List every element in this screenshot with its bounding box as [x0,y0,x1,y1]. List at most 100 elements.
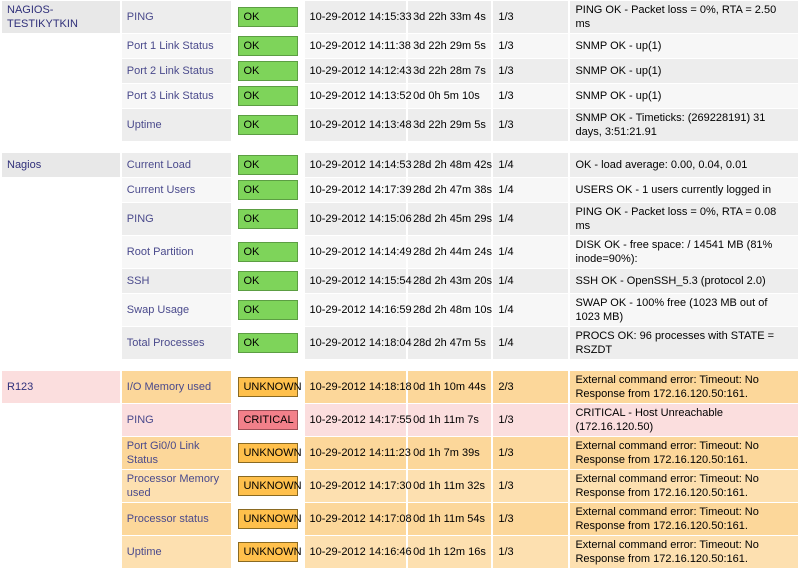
attempt-cell: 1/3 [493,536,569,568]
status-cell: OK [233,109,302,141]
last-check-cell: 10-29-2012 14:17:30 [304,470,412,502]
service-status-body: NAGIOS-TESTIKYTKIN PING OK 10-29-2012 14:15… [2,1,798,568]
service-link[interactable]: Port 2 Link Status [127,65,214,77]
status-information-cell: SNMP OK - up(1) [570,34,798,58]
host-cell-empty [2,437,120,469]
status-information-cell: SSH OK - OpenSSH_5.3 (protocol 2.0) [570,269,798,293]
table-row: Port 3 Link Status OK 10-29-2012 14:13:52 0… [2,84,798,108]
table-row: PING OK 10-29-2012 14:15:06 28d 2h 45m 29s 1… [2,203,798,235]
service-link[interactable]: Processor Memory used [127,473,219,499]
status-badge: UNKNOWN [238,542,302,562]
service-cell: Port 1 Link Status [121,34,232,58]
service-link[interactable]: Uptime [127,119,162,131]
host-cell: Nagios [2,153,120,177]
last-check-cell: 10-29-2012 14:17:55 [304,404,412,436]
service-link[interactable]: PING [127,213,154,225]
attempt-cell: 1/3 [493,404,569,436]
duration-cell: 0d 1h 10m 44s [408,371,492,403]
service-link[interactable]: Port Gi0/0 Link Status [127,440,200,466]
status-information-cell: CRITICAL - Host Unreachable (172.16.120.… [570,404,798,436]
host-cell-empty [2,503,120,535]
service-link[interactable]: Swap Usage [127,304,189,316]
status-badge: UNKNOWN [238,377,302,397]
host-cell-empty [2,109,120,141]
table-row: Port Gi0/0 Link Status UNKNOWN 10-29-2012 … [2,437,798,469]
status-badge: CRITICAL [238,410,298,430]
service-cell: Swap Usage [121,294,232,326]
last-check-cell: 10-29-2012 14:15:33 [304,1,412,33]
duration-cell: 3d 22h 28m 7s [408,59,492,83]
status-cell: UNKNOWN [233,536,302,568]
host-cell-empty [2,269,120,293]
host-group-spacer [2,360,798,370]
service-cell: Current Users [121,178,232,202]
host-cell-empty [2,203,120,235]
host-cell-empty [2,178,120,202]
status-information-cell: External command error: Timeout: No Resp… [570,503,798,535]
attempt-cell: 1/4 [493,269,569,293]
attempt-cell: 1/3 [493,84,569,108]
host-group-spacer [2,142,798,152]
status-cell: OK [233,34,302,58]
service-cell: PING [121,1,232,33]
table-row: SSH OK 10-29-2012 14:15:54 28d 2h 43m 20s 1/… [2,269,798,293]
host-link[interactable]: R123 [7,381,33,393]
service-link[interactable]: I/O Memory used [127,381,211,393]
attempt-cell: 1/4 [493,236,569,268]
status-badge: UNKNOWN [238,509,302,529]
last-check-cell: 10-29-2012 14:14:49 [304,236,412,268]
duration-cell: 0d 1h 7m 39s [408,437,492,469]
host-cell-empty [2,34,120,58]
status-information-cell: PROCS OK: 96 processes with STATE = RSZD… [570,327,798,359]
status-cell: OK [233,327,302,359]
service-cell: Total Processes [121,327,232,359]
service-link[interactable]: SSH [127,275,150,287]
attempt-cell: 1/3 [493,34,569,58]
status-information-cell: External command error: Timeout: No Resp… [570,470,798,502]
host-cell-empty [2,59,120,83]
duration-cell: 28d 2h 48m 10s [408,294,492,326]
duration-cell: 28d 2h 47m 38s [408,178,492,202]
status-information-cell: SWAP OK - 100% free (1023 MB out of 1023… [570,294,798,326]
host-cell-empty [2,404,120,436]
service-link[interactable]: Port 1 Link Status [127,40,214,52]
attempt-cell: 1/4 [493,153,569,177]
status-badge: OK [238,7,298,27]
table-row: NAGIOS-TESTIKYTKIN PING OK 10-29-2012 14:15… [2,1,798,33]
last-check-cell: 10-29-2012 14:16:59 [304,294,412,326]
status-badge: OK [238,333,298,353]
last-check-cell: 10-29-2012 14:18:04 [304,327,412,359]
service-link[interactable]: Port 3 Link Status [127,90,214,102]
attempt-cell: 2/3 [493,371,569,403]
host-link[interactable]: Nagios [7,159,41,171]
last-check-cell: 10-29-2012 14:13:52 [304,84,412,108]
service-link[interactable]: Current Users [127,184,195,196]
host-cell-empty [2,236,120,268]
service-cell: Uptime [121,109,232,141]
service-link[interactable]: Total Processes [127,337,205,349]
service-link[interactable]: Uptime [127,546,162,558]
status-badge: OK [238,300,298,320]
service-cell: SSH [121,269,232,293]
status-cell: UNKNOWN [233,470,302,502]
duration-cell: 28d 2h 47m 5s [408,327,492,359]
status-cell: OK [233,236,302,268]
service-link[interactable]: PING [127,414,154,426]
service-link[interactable]: PING [127,11,154,23]
status-badge: OK [238,209,298,229]
attempt-cell: 1/3 [493,503,569,535]
last-check-cell: 10-29-2012 14:13:48 [304,109,412,141]
status-information-cell: SNMP OK - Timeticks: (269228191) 31 days… [570,109,798,141]
service-link[interactable]: Current Load [127,159,191,171]
status-cell: CRITICAL [233,404,302,436]
status-information-cell: PING OK - Packet loss = 0%, RTA = 0.08 m… [570,203,798,235]
duration-cell: 0d 1h 11m 32s [408,470,492,502]
status-cell: OK [233,178,302,202]
status-badge: OK [238,180,298,200]
host-link[interactable]: NAGIOS-TESTIKYTKIN [7,4,78,30]
duration-cell: 0d 0h 5m 10s [408,84,492,108]
status-cell: OK [233,1,302,33]
service-link[interactable]: Processor status [127,513,209,525]
last-check-cell: 10-29-2012 14:17:08 [304,503,412,535]
service-link[interactable]: Root Partition [127,246,194,258]
